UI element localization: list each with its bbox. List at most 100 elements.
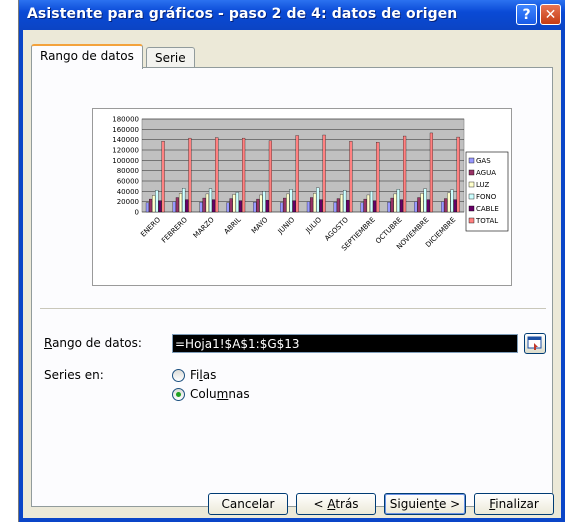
bar-gas [172, 201, 176, 213]
bar-gas [387, 202, 391, 213]
bar-fono [155, 190, 159, 213]
x-tick-label: JUNIO [276, 215, 297, 236]
back-button[interactable]: < Atrás [296, 493, 376, 515]
bar-agua [363, 198, 367, 213]
y-tick-label: 80000 [117, 167, 139, 175]
bar-fono [396, 189, 400, 213]
tab-rango-de-datos[interactable]: Rango de datos [31, 44, 143, 69]
close-button[interactable]: ✕ [540, 4, 561, 25]
bar-luz [259, 194, 263, 213]
bar-agua [283, 197, 287, 213]
close-icon: ✕ [544, 7, 557, 23]
bar-gas [253, 202, 257, 213]
bar-cable [453, 199, 457, 213]
y-tick-label: 120000 [112, 147, 139, 155]
y-tick-label: 60000 [117, 178, 139, 186]
bar-agua [310, 197, 314, 213]
bar-luz [393, 193, 397, 213]
cancel-button[interactable]: Cancelar [208, 493, 288, 515]
bar-luz [205, 193, 209, 213]
bar-total [322, 134, 326, 213]
bar-total [349, 141, 353, 213]
bar-luz [339, 194, 344, 213]
bar-fono [262, 191, 266, 213]
x-tick-label: ENERO [139, 215, 162, 238]
radio-filas-label[interactable]: Filas [190, 368, 216, 382]
bar-gas [441, 201, 445, 213]
legend-label: LUZ [476, 181, 490, 189]
bar-fono [208, 188, 213, 213]
x-tick-label: AGOSTO [323, 215, 350, 242]
bar-fono [316, 187, 320, 213]
bar-gas [226, 202, 230, 213]
bar-cable [319, 199, 323, 213]
legend-label: TOTAL [475, 217, 498, 225]
y-tick-label: 20000 [117, 198, 139, 206]
bar-cable [185, 199, 189, 213]
title-bar[interactable]: Asistente para gráficos - paso 2 de 4: d… [19, 0, 565, 30]
legend-label: AGUA [476, 169, 496, 177]
dialog-body: Rango de datos Serie 180000 160000 140000 1… [23, 30, 561, 518]
radio-columnas[interactable] [172, 388, 185, 401]
help-icon: ? [522, 7, 531, 23]
y-tick-label: 140000 [112, 136, 139, 144]
range-select-icon [527, 336, 542, 350]
bar-fono [289, 189, 293, 213]
y-tick-label: 40000 [117, 188, 139, 196]
legend-swatch [468, 181, 475, 188]
bar-cable [426, 199, 430, 213]
bar-cable [346, 199, 350, 213]
x-tick-label: MARZO [192, 215, 216, 239]
bar-total [456, 136, 460, 213]
bar-gas [360, 202, 364, 213]
bar-gas [414, 201, 418, 213]
x-tick-label: MAYO [250, 215, 270, 235]
y-tick-label: 180000 [112, 116, 139, 124]
series-in-label: Series en: [44, 368, 104, 382]
bar-total [268, 140, 272, 213]
bar-cable [292, 200, 296, 213]
legend-swatch [468, 193, 475, 200]
bar-cable [212, 199, 216, 213]
bar-total [376, 142, 380, 213]
bar-agua [202, 197, 206, 213]
bar-total [215, 137, 219, 213]
bar-cable [265, 199, 269, 213]
radio-filas[interactable] [172, 369, 185, 382]
tab-serie[interactable]: Serie [146, 47, 195, 69]
legend-swatch [468, 157, 475, 164]
x-tick-label: FEBRERO [160, 215, 189, 244]
bar-luz [420, 193, 424, 213]
bar-fono [182, 188, 186, 213]
dialog-window: Asistente para gráficos - paso 2 de 4: d… [19, 0, 565, 522]
bar-luz [447, 192, 451, 213]
bar-fono [450, 189, 454, 213]
collapse-dialog-button[interactable] [524, 333, 546, 354]
dialog-title: Asistente para gráficos - paso 2 de 4: d… [27, 6, 458, 22]
chart-preview: 180000 160000 140000 120000 100000 80000 60000… [92, 108, 512, 286]
x-tick-label: ABRIL [223, 216, 243, 236]
background-area [0, 0, 18, 522]
bar-gas [333, 202, 337, 213]
range-label: Rango de datos: [44, 336, 142, 350]
bar-agua [390, 197, 394, 213]
bar-agua [256, 198, 260, 213]
bar-total [161, 141, 165, 213]
legend-swatch [468, 217, 475, 224]
bar-fono [343, 190, 347, 213]
help-button[interactable]: ? [516, 4, 537, 25]
bar-luz [178, 193, 183, 213]
bar-cable [373, 200, 377, 213]
bar-agua [175, 197, 179, 213]
bar-fono [235, 192, 239, 213]
radio-columnas-label[interactable]: Columnas [190, 387, 250, 401]
bar-cable [399, 199, 404, 213]
legend-label: CABLE [476, 205, 499, 213]
bar-total [295, 135, 299, 213]
legend-swatch [468, 169, 475, 176]
finish-button[interactable]: Finalizar [474, 493, 554, 515]
bar-agua [149, 198, 153, 213]
next-button[interactable]: Siguiente > [384, 493, 466, 515]
range-input[interactable]: =Hoja1!$A$1:$G$13 [172, 334, 518, 353]
bar-luz [313, 193, 317, 213]
